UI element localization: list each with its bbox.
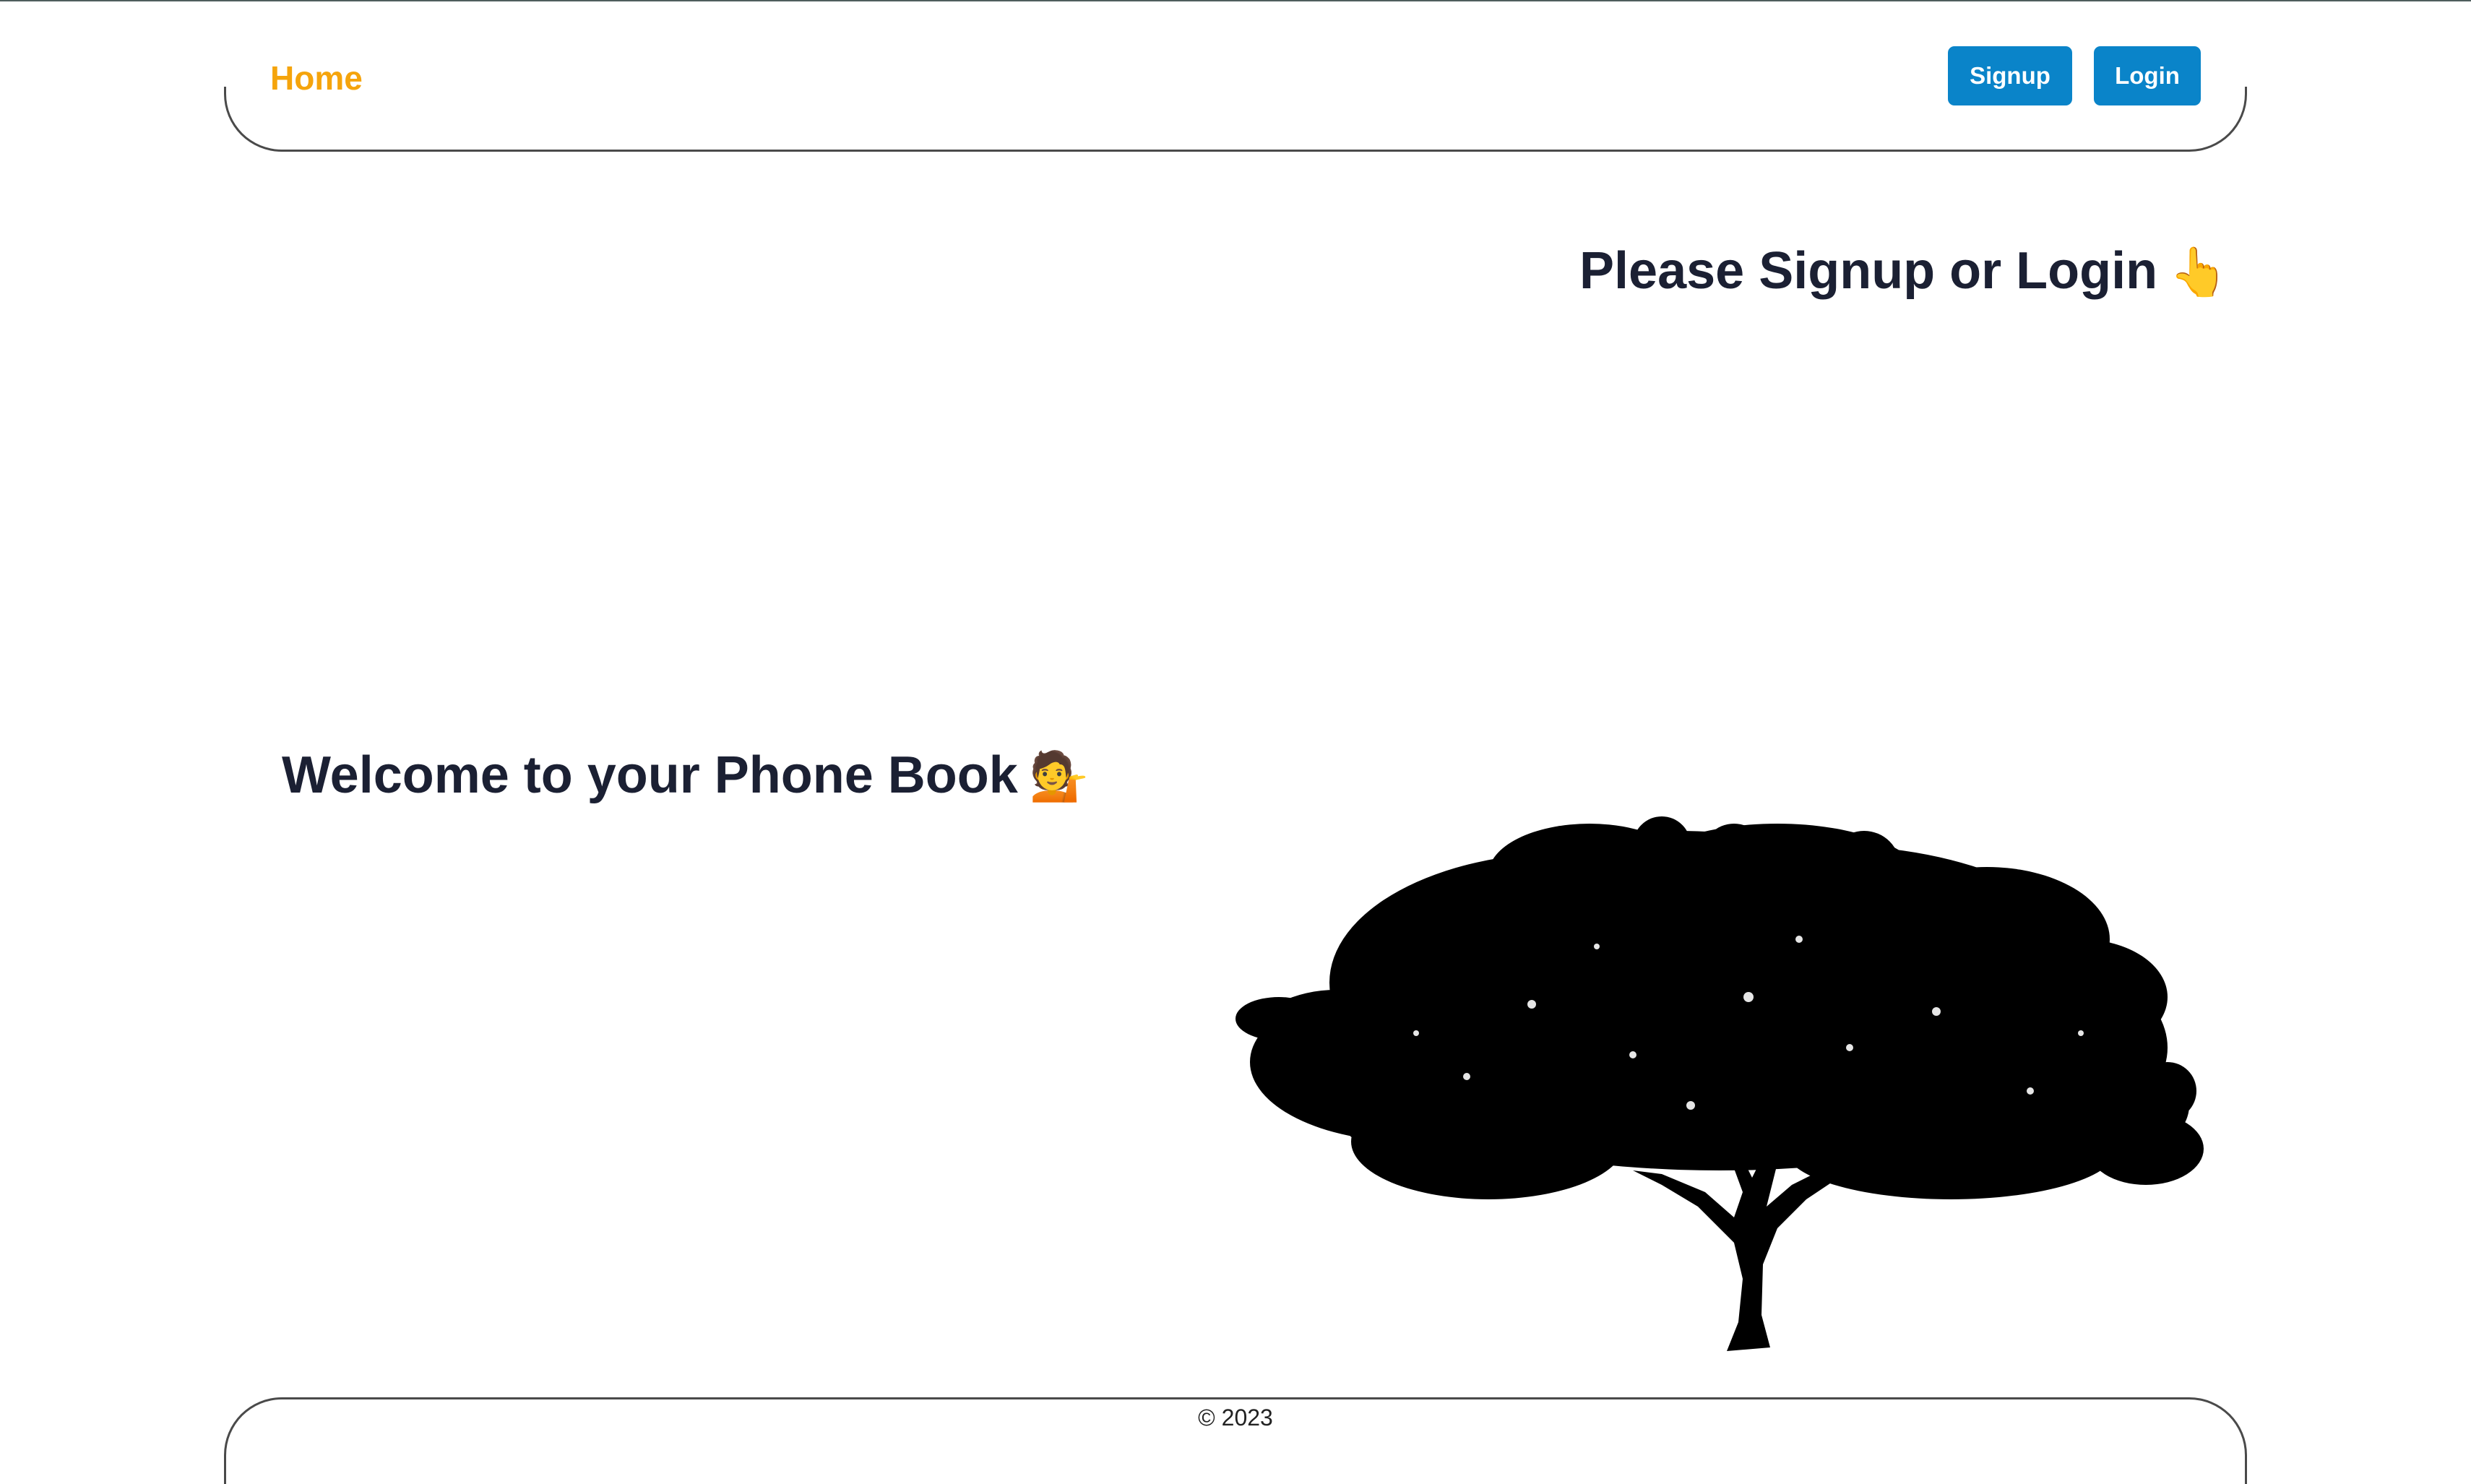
welcome-text: Welcome to your Phone Book: [282, 746, 1018, 804]
pointing-up-icon: 👆: [2169, 244, 2229, 300]
signup-button[interactable]: Signup: [1948, 46, 2072, 105]
signup-prompt-heading: Please Signup or Login 👆: [1579, 238, 2228, 305]
tree-silhouette-image: [1236, 816, 2204, 1351]
top-border: [0, 0, 2471, 1]
navbar-border: [224, 87, 2247, 152]
home-link[interactable]: Home: [270, 56, 363, 100]
signup-prompt-text: Please Signup or Login: [1579, 242, 2158, 300]
copyright-text: © 2023: [1198, 1405, 1273, 1431]
person-tipping-hand-icon: 💁: [1029, 749, 1089, 804]
welcome-heading: Welcome to your Phone Book 💁: [282, 743, 1089, 809]
login-button[interactable]: Login: [2094, 46, 2201, 105]
